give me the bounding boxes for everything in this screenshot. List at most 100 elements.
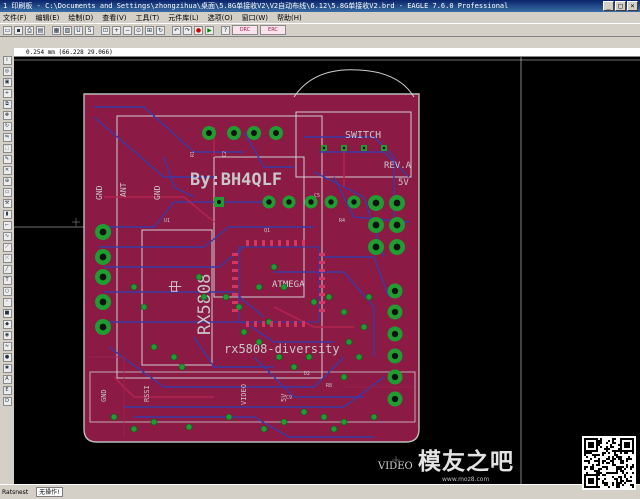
minimize-icon[interactable]: _ xyxy=(603,1,614,11)
zoom-in-icon[interactable]: + xyxy=(112,25,121,35)
zoom-fit-icon[interactable]: ⊡ xyxy=(101,25,110,35)
svg-text:D2: D2 xyxy=(304,371,310,377)
command-sidebar: i ◎ ▣ + ⧉ ✥ ↻ ⇋ ⬚ ✎ ✕ ⊕ ▭ ⚒ ▮ ⌐ ∿ ⟋ ⤫ ╱ … xyxy=(0,48,14,484)
via-icon[interactable]: ◉ xyxy=(2,331,12,340)
via xyxy=(255,338,263,346)
drc-button[interactable]: DRC xyxy=(232,25,258,35)
menu-view[interactable]: 查看(V) xyxy=(102,13,126,23)
ic-label: ATMEGA xyxy=(272,280,305,290)
redraw-icon[interactable]: ↻ xyxy=(156,25,165,35)
pad xyxy=(269,126,283,140)
pad xyxy=(389,217,405,233)
ripup-icon[interactable]: ⤫ xyxy=(2,254,12,263)
via xyxy=(340,418,348,426)
rev-label: REV.A xyxy=(384,161,412,171)
smd-pad xyxy=(270,321,273,327)
svg-text:Q1: Q1 xyxy=(264,228,270,234)
split-icon[interactable]: ⌐ xyxy=(2,221,12,230)
optimize-icon[interactable]: ∿ xyxy=(2,232,12,241)
display-icon[interactable]: ▣ xyxy=(2,78,12,87)
text-icon[interactable]: T xyxy=(2,276,12,285)
via xyxy=(270,263,278,271)
info-icon[interactable]: i xyxy=(2,56,12,65)
board-canvas[interactable]: By:BH4QLF SWITCH REV.A 5V ATMEGA rx5808-… xyxy=(14,57,640,484)
auto-icon[interactable]: A xyxy=(2,375,12,384)
zoom-select-icon[interactable]: ⊙ xyxy=(134,25,143,35)
ratsnest-icon[interactable]: ✱ xyxy=(2,364,12,373)
menu-edit[interactable]: 编辑(E) xyxy=(36,13,60,23)
menu-library[interactable]: 元件库(L) xyxy=(168,13,198,23)
pad xyxy=(304,195,318,209)
via xyxy=(150,343,158,351)
menu-window[interactable]: 窗口(W) xyxy=(242,13,268,23)
folder-icon[interactable]: ▭ xyxy=(3,25,12,35)
help-icon[interactable]: ? xyxy=(221,25,230,35)
pad xyxy=(214,197,224,207)
paste-icon[interactable]: ▭ xyxy=(2,188,12,197)
show-icon[interactable]: ◎ xyxy=(2,67,12,76)
add-icon[interactable]: ⊕ xyxy=(2,177,12,186)
smd-pad xyxy=(319,261,325,264)
toolbar: ▭ ▪ ⎙ ▤ ▦ ▧ U S ⊡ + − ⊙ ⊞ ↻ ↶ ↷ ● ▶ ? DR… xyxy=(0,23,640,37)
smash-icon[interactable]: ⚒ xyxy=(2,199,12,208)
smd-pad xyxy=(232,301,238,304)
sheet-icon[interactable]: ▧ xyxy=(63,25,72,35)
ulp-icon[interactable]: U xyxy=(74,25,83,35)
group-icon[interactable]: ⬚ xyxy=(2,144,12,153)
pad xyxy=(387,283,403,299)
svg-text:R8: R8 xyxy=(326,383,332,389)
bottom-label-3: VIDEO xyxy=(240,384,248,405)
rotate-icon[interactable]: ↻ xyxy=(2,122,12,131)
smd-pad xyxy=(262,240,265,246)
pad xyxy=(387,326,403,342)
menu-tools[interactable]: 工具(T) xyxy=(136,13,160,23)
menu-help[interactable]: 帮助(H) xyxy=(277,13,302,23)
zoom-window-icon[interactable]: ⊞ xyxy=(145,25,154,35)
go-icon[interactable]: ▶ xyxy=(205,25,214,35)
script-icon[interactable]: S xyxy=(85,25,94,35)
mark-icon[interactable]: + xyxy=(2,89,12,98)
redo-icon[interactable]: ↷ xyxy=(183,25,192,35)
board-icon[interactable]: ▦ xyxy=(52,25,61,35)
stop-icon[interactable]: ● xyxy=(194,25,203,35)
pad xyxy=(368,239,384,255)
via xyxy=(290,363,298,371)
via xyxy=(360,323,368,331)
maximize-icon[interactable]: □ xyxy=(615,1,626,11)
smd-pad xyxy=(232,285,238,288)
menu-bar: 文件(F) 编辑(E) 绘制(D) 查看(V) 工具(T) 元件库(L) 选项(… xyxy=(0,12,640,23)
mirror-icon[interactable]: ⇋ xyxy=(2,133,12,142)
menu-options[interactable]: 选项(O) xyxy=(208,13,233,23)
wire-icon[interactable]: ╱ xyxy=(2,265,12,274)
menu-draw[interactable]: 绘制(D) xyxy=(68,13,93,23)
copy-icon[interactable]: ⧉ xyxy=(2,100,12,109)
via xyxy=(325,293,333,301)
move-icon[interactable]: ✥ xyxy=(2,111,12,120)
circle-icon[interactable]: ○ xyxy=(2,287,12,296)
lock-icon[interactable]: ▮ xyxy=(2,210,12,219)
print-icon[interactable]: ⎙ xyxy=(25,25,34,35)
polygon-icon[interactable]: ◆ xyxy=(2,320,12,329)
smd-pad xyxy=(232,269,238,272)
erc-icon[interactable]: E xyxy=(2,386,12,395)
save-icon[interactable]: ▪ xyxy=(14,25,23,35)
change-icon[interactable]: ✎ xyxy=(2,155,12,164)
drc-icon[interactable]: D xyxy=(2,397,12,406)
cam-icon[interactable]: ▤ xyxy=(36,25,45,35)
rect-icon[interactable]: ■ xyxy=(2,309,12,318)
menu-file[interactable]: 文件(F) xyxy=(3,13,27,23)
via xyxy=(130,425,138,433)
signal-icon[interactable]: ≈ xyxy=(2,342,12,351)
erc-button[interactable]: ERC xyxy=(260,25,286,35)
zoom-out-icon[interactable]: − xyxy=(123,25,132,35)
status-label: Ratsnest xyxy=(2,488,29,496)
v5-label: 5V xyxy=(398,178,409,188)
close-icon[interactable]: × xyxy=(627,1,638,11)
route-icon[interactable]: ⟋ xyxy=(2,243,12,252)
via xyxy=(260,425,268,433)
hole-icon[interactable]: ● xyxy=(2,353,12,362)
delete-icon[interactable]: ✕ xyxy=(2,166,12,175)
undo-icon[interactable]: ↶ xyxy=(172,25,181,35)
via xyxy=(185,423,193,431)
arc-icon[interactable]: ◜ xyxy=(2,298,12,307)
